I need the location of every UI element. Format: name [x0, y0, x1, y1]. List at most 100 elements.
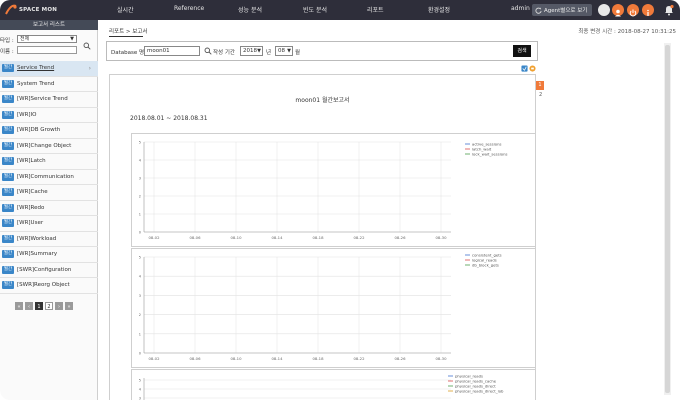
period-badge: 월간: [2, 188, 14, 197]
period-badge: 월간: [2, 281, 14, 290]
x-tick-label: 08-30: [435, 356, 447, 361]
x-tick-label: 08-06: [189, 235, 201, 240]
sidebar-report-item[interactable]: 월간 [WR]Latch: [0, 154, 98, 170]
sidebar-title: 보고서 리스트: [0, 20, 98, 30]
month-unit: 월: [295, 50, 301, 56]
sidebar-report-item[interactable]: 월간 [WR]Communication: [0, 170, 98, 185]
sidebar-report-item[interactable]: 월간 Service Trend ›: [0, 61, 98, 77]
sidebar-report-item[interactable]: 월간 [WR]User: [0, 216, 98, 232]
user-name: admin: [511, 5, 530, 12]
power-icon[interactable]: [627, 4, 639, 17]
database-search-icon[interactable]: [204, 47, 212, 55]
legend-label: db_block_gets: [472, 262, 499, 267]
report-name: [SWR]Reorg Object: [17, 282, 70, 289]
filter-type-label: 타입 :: [0, 38, 14, 44]
x-tick-label: 08-14: [271, 235, 283, 240]
report-document: moon01 월간보고서 2018.08.01 ~ 2018.08.31 0 1 2…: [109, 74, 536, 400]
pager-page-1[interactable]: 1: [35, 302, 43, 310]
period-badge: 월간: [2, 203, 14, 212]
sidebar-report-item[interactable]: 월간 [WR]Service Trend: [0, 92, 98, 108]
x-tick-label: 08-14: [271, 356, 283, 361]
app-window: SPACE MON 실시간 Reference 성능 분석 빈도 분석 리포트 …: [0, 0, 680, 400]
filter-name-input[interactable]: [17, 46, 77, 54]
report-name: [WR]Change Object: [17, 142, 72, 149]
period-badge: 월간: [2, 126, 14, 135]
y-tick-label: 4: [139, 388, 142, 392]
sidebar-report-item[interactable]: 월간 [WR]DB Growth: [0, 123, 98, 139]
profile-icon[interactable]: [598, 4, 610, 16]
nav-item-frequency[interactable]: 빈도 분석: [303, 5, 327, 14]
year-select[interactable]: 2018 ▼: [240, 46, 263, 56]
report-title: moon01 월간보고서: [295, 97, 350, 104]
nav-item-realtime[interactable]: 실시간: [117, 5, 134, 14]
pager-first-button[interactable]: «: [15, 302, 23, 310]
report-name: [WR]Cache: [17, 189, 48, 196]
x-tick-label: 08-10: [230, 356, 242, 361]
report-page-tab-2[interactable]: 2: [539, 92, 542, 98]
sidebar-pager: « ‹ 1 2 › »: [15, 302, 73, 311]
export-icon[interactable]: [521, 65, 528, 72]
report-page-tab-1[interactable]: 1: [536, 81, 544, 90]
report-filter-bar: Database 명 moon01 작성 기간 2018 ▼ 년 08 ▼ 월 …: [106, 41, 538, 61]
y-tick-label: 2: [139, 313, 141, 317]
brand-logo[interactable]: SPACE MON: [4, 2, 57, 18]
info-icon[interactable]: [642, 4, 654, 16]
report-name: [WR]Summary: [17, 251, 58, 258]
report-name: [WR]DB Growth: [17, 127, 61, 134]
sidebar-report-item[interactable]: 월간 System Trend: [0, 77, 98, 92]
sidebar-report-item[interactable]: 월간 [WR]Summary: [0, 247, 98, 263]
sidebar-report-item[interactable]: 월간 [WR]Workload: [0, 232, 98, 247]
logo-mark-icon: [5, 4, 17, 15]
pager-next-button[interactable]: ›: [55, 302, 63, 310]
database-label: Database 명: [111, 50, 145, 56]
report-name: [WR]IO: [17, 111, 37, 118]
report-name: [WR]User: [17, 220, 44, 227]
report-date-range: 2018.08.01 ~ 2018.08.31: [130, 115, 208, 122]
main-content: 리포트 > 보고서 최종 변경 시간 : 2018-08-27 10:31:25…: [99, 20, 680, 400]
sidebar-report-item[interactable]: 월간 [SWR]Reorg Object: [0, 278, 98, 294]
report-name: System Trend: [17, 80, 55, 87]
search-button[interactable]: 검색: [513, 45, 531, 57]
period-badge: 월간: [2, 172, 14, 181]
print-icon[interactable]: [529, 65, 536, 72]
nav-item-settings[interactable]: 환경설정: [428, 5, 450, 14]
report-name: Service Trend: [17, 65, 55, 72]
search-icon[interactable]: [83, 42, 91, 50]
scrollbar-thumb[interactable]: [665, 45, 670, 393]
nav-item-report[interactable]: 리포트: [367, 5, 384, 14]
x-tick-label: 08-22: [353, 356, 365, 361]
period-label: 작성 기간: [213, 50, 235, 56]
chevron-down-icon: ▼: [257, 48, 261, 54]
bell-icon[interactable]: [664, 4, 674, 16]
year-value: 2018: [243, 48, 257, 54]
period-badge: 월간: [2, 110, 14, 119]
pager-page-2[interactable]: 2: [45, 302, 53, 310]
nav-item-reference[interactable]: Reference: [174, 5, 204, 12]
database-name-input[interactable]: moon01: [144, 46, 200, 56]
period-badge: 월간: [2, 265, 14, 274]
chart-sessions: 0 1 2 3 4 5 08-02 08-06 08-10 08-14 08-18 08-22 08-2…: [131, 133, 535, 247]
period-badge: 월간: [2, 250, 14, 259]
agent-view-button[interactable]: Agent별으로 보기: [532, 4, 592, 16]
month-value: 08: [278, 48, 285, 54]
filter-type-select[interactable]: 전체 ▼: [17, 35, 77, 43]
pager-prev-button[interactable]: ‹: [25, 302, 33, 310]
pager-last-button[interactable]: »: [65, 302, 73, 310]
period-badge: 월간: [2, 64, 14, 73]
main-scrollbar[interactable]: [664, 43, 671, 395]
sidebar-report-item[interactable]: 월간 [WR]IO: [0, 108, 98, 123]
sidebar-report-item[interactable]: 월간 [WR]Cache: [0, 185, 98, 201]
chart-sessions-svg: 0 1 2 3 4 5 08-02 08-06 08-10 08-14 08-18 08-22 08-2…: [139, 141, 508, 241]
y-tick-label: 5: [139, 141, 141, 145]
month-select[interactable]: 08 ▼: [275, 46, 293, 56]
nav-item-performance[interactable]: 성능 분석: [238, 5, 262, 14]
chart-gets: 0 1 2 3 4 5 08-02 08-06 08-10 08-14 08-18 08-22 08-2…: [131, 248, 535, 368]
sidebar-report-item[interactable]: 월간 [SWR]Configuration: [0, 263, 98, 278]
report-name: [WR]Workload: [17, 235, 57, 242]
sidebar-report-item[interactable]: 월간 [WR]Change Object: [0, 139, 98, 154]
x-tick-label: 08-18: [312, 235, 324, 240]
user-icon[interactable]: [612, 4, 624, 17]
period-badge: 월간: [2, 234, 14, 243]
y-tick-label: 5: [139, 256, 141, 260]
sidebar-report-item[interactable]: 월간 [WR]Redo: [0, 201, 98, 216]
